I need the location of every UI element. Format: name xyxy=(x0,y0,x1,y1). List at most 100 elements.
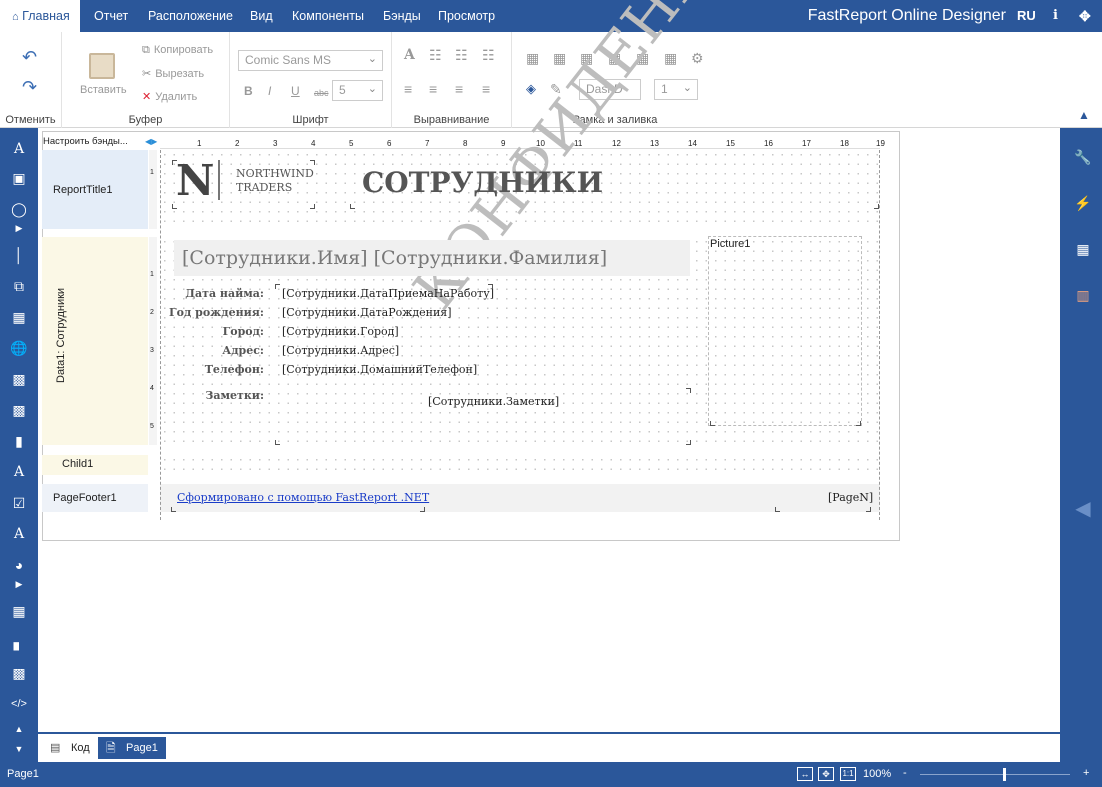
fit-page-icon[interactable]: ✥ xyxy=(818,767,834,781)
band-child[interactable]: Child1 xyxy=(42,455,148,475)
gauge-object-icon[interactable]: ◕ xyxy=(9,556,29,574)
tab-components[interactable]: Компоненты xyxy=(292,0,364,32)
strikethrough-button[interactable]: abc xyxy=(314,86,329,100)
birth-date-value[interactable]: [Сотрудники.ДатаРождения] xyxy=(282,306,452,319)
zoom-slider-thumb[interactable] xyxy=(1002,768,1006,781)
band-data[interactable]: Data1: Сотрудники xyxy=(42,237,148,445)
ruler-tick: 4 xyxy=(311,139,316,148)
line-object-icon[interactable]: │ xyxy=(9,246,29,264)
logo-text[interactable]: NORTHWIND TRADERS xyxy=(236,167,314,195)
tab-report[interactable]: Отчет xyxy=(94,0,128,32)
picture-object-icon[interactable]: ▣ xyxy=(9,169,29,187)
collapse-ribbon-icon[interactable]: ▲ xyxy=(1078,108,1090,122)
table-object-icon[interactable]: ▦ xyxy=(9,308,29,326)
border-settings-icon[interactable]: ⚙ xyxy=(691,51,704,65)
tab-bands[interactable]: Бэнды xyxy=(383,0,421,32)
html-object-icon[interactable]: A xyxy=(9,525,29,543)
cellular-text-icon[interactable]: ▦ xyxy=(9,602,29,620)
redo-icon[interactable]: ↷ xyxy=(22,78,37,96)
info-icon[interactable]: i xyxy=(1053,0,1058,32)
richtext-object-icon[interactable]: A xyxy=(9,463,29,481)
font-size-select[interactable]: 5 ⌄ xyxy=(332,80,383,101)
zoom-out-button[interactable]: - xyxy=(903,767,907,779)
shape-object-icon[interactable]: ◯ xyxy=(9,200,29,218)
underline-button[interactable]: U xyxy=(291,84,300,98)
chart-object-icon[interactable]: ▩ xyxy=(9,370,29,388)
band-report-title[interactable]: ReportTitle1 xyxy=(42,150,148,229)
page-number-field[interactable]: [PageN] xyxy=(828,491,873,504)
align-left-icon[interactable]: ≡ xyxy=(404,82,412,96)
phone-label[interactable]: Телефон: xyxy=(166,363,264,376)
text-object-icon[interactable]: A xyxy=(9,140,29,158)
phone-value[interactable]: [Сотрудники.ДомашнийТелефон] xyxy=(282,363,477,376)
bold-button[interactable]: B xyxy=(244,84,253,98)
expand-bands-icon[interactable]: ◀▶ xyxy=(145,137,157,146)
city-label[interactable]: Город: xyxy=(166,325,264,338)
undo-icon[interactable]: ↶ xyxy=(22,48,37,66)
data-source-icon[interactable]: ▥ xyxy=(1073,286,1093,304)
delete-button[interactable]: ✕ Удалить xyxy=(142,90,197,103)
align-middle-icon[interactable]: ☷ xyxy=(455,48,468,62)
address-value[interactable]: [Сотрудники.Адрес] xyxy=(282,344,399,357)
copy-button[interactable]: ⧉ Копировать xyxy=(142,44,213,57)
paste-icon[interactable] xyxy=(89,53,115,79)
band-page-footer[interactable]: PageFooter1 xyxy=(42,484,148,512)
tab-code[interactable]: ▤ Код xyxy=(43,737,98,759)
italic-button[interactable]: I xyxy=(268,84,271,98)
expand-arrow-icon[interactable]: ▶ xyxy=(9,219,29,237)
hire-date-value[interactable]: [Сотрудники.ДатаПриемаНаРаботу] xyxy=(282,287,494,300)
text-autosize-icon[interactable]: A xyxy=(404,48,415,62)
align-top-icon[interactable]: ☷ xyxy=(429,48,442,62)
scroll-down-icon[interactable]: ▼ xyxy=(9,740,29,758)
actual-size-icon[interactable]: 1:1 xyxy=(840,767,856,781)
checkbox-object-icon[interactable]: ☑ xyxy=(9,494,29,512)
notes-value[interactable]: [Сотрудники.Заметки] xyxy=(428,395,559,408)
expand-arrow-icon[interactable]: ▶ xyxy=(9,575,29,593)
paste-button[interactable]: Вставить xyxy=(80,84,127,96)
picture-object[interactable] xyxy=(708,236,862,426)
footer-link[interactable]: Сформировано с помощью FastReport .NET xyxy=(177,491,429,504)
notes-label[interactable]: Заметки: xyxy=(166,389,264,402)
fullscreen-icon[interactable]: ✥ xyxy=(1079,0,1091,32)
subreport-icon[interactable]: ⧉ xyxy=(9,277,29,295)
font-family-select[interactable]: Comic Sans MS ⌄ xyxy=(238,50,383,71)
matrix-object-icon[interactable]: ▩ xyxy=(9,401,29,419)
cut-button[interactable]: ✂ Вырезать xyxy=(142,67,204,80)
zoom-in-button[interactable]: + xyxy=(1083,767,1089,779)
birth-date-label[interactable]: Год рождения: xyxy=(166,306,264,319)
border-none-icon[interactable]: ▦ xyxy=(664,51,677,65)
align-right-icon[interactable]: ≡ xyxy=(455,82,463,96)
logo-letter[interactable]: N xyxy=(176,160,214,202)
tab-page1[interactable]: 🗎 Page1 xyxy=(98,737,166,759)
map-object-icon[interactable]: 🌐 xyxy=(9,339,29,357)
border-width-select[interactable]: 1 ⌄ xyxy=(654,79,698,100)
wrench-icon[interactable]: 🔧 xyxy=(1073,148,1093,166)
fit-width-icon[interactable]: ↔ xyxy=(797,767,813,781)
align-bottom-icon[interactable]: ☷ xyxy=(482,48,495,62)
report-title[interactable]: СОТРУДНИКИ xyxy=(362,166,603,199)
tab-preview[interactable]: Просмотр xyxy=(438,0,495,32)
zoom-slider[interactable] xyxy=(920,768,1070,781)
expand-panel-icon[interactable]: ◀ xyxy=(1073,499,1093,519)
code-icon[interactable]: </> xyxy=(9,695,29,713)
fill-color-icon[interactable]: ◈ xyxy=(526,82,536,96)
hire-date-label[interactable]: Дата найма: xyxy=(166,287,264,300)
report-tree-icon[interactable]: ▦ xyxy=(1073,240,1093,258)
city-value[interactable]: [Сотрудники.Город] xyxy=(282,325,399,338)
border-all-icon[interactable]: ▦ xyxy=(526,51,539,65)
scroll-up-icon[interactable]: ▲ xyxy=(9,720,29,738)
events-icon[interactable]: ⚡ xyxy=(1073,194,1093,212)
border-top-icon[interactable]: ▦ xyxy=(553,51,566,65)
configure-bands-button[interactable]: Настроить бэнды... xyxy=(43,136,128,147)
tab-home[interactable]: ⌂ Главная xyxy=(0,0,80,32)
align-justify-icon[interactable]: ≡ xyxy=(482,82,490,96)
align-center-icon[interactable]: ≡ xyxy=(429,82,437,96)
barcode-object-icon[interactable]: ▮ xyxy=(9,432,29,450)
tab-view[interactable]: Вид xyxy=(250,0,273,32)
sparkline-icon[interactable]: ▖ xyxy=(9,633,29,651)
tab-layout[interactable]: Расположение xyxy=(148,0,233,32)
language-button[interactable]: RU xyxy=(1017,0,1036,32)
ruler-tick: 5 xyxy=(150,423,154,430)
address-label[interactable]: Адрес: xyxy=(166,344,264,357)
zipcode-icon[interactable]: ▩ xyxy=(9,664,29,682)
